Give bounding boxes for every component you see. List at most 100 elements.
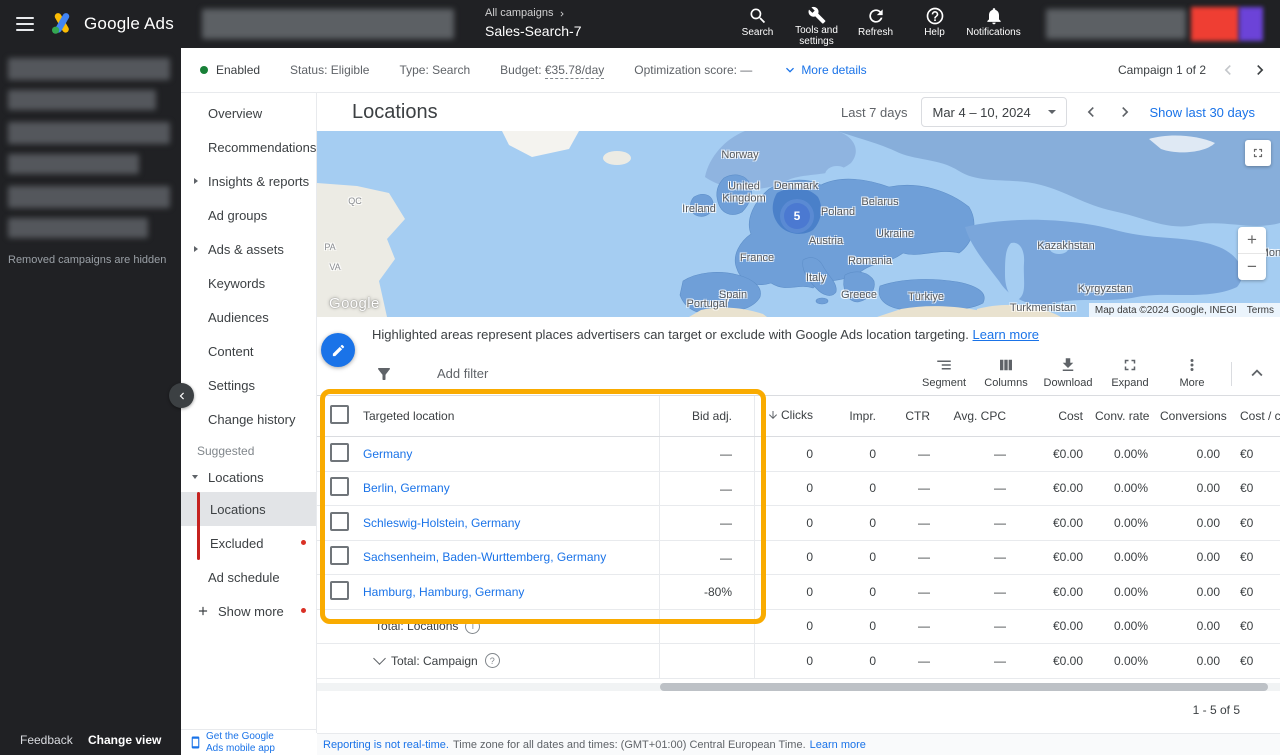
map-terms-link[interactable]: Terms xyxy=(1247,305,1274,316)
next-period-button[interactable] xyxy=(1115,102,1135,122)
suggested-label: Suggested xyxy=(181,440,316,462)
redacted-campaign-item xyxy=(8,58,170,80)
show-last-30-days-link[interactable]: Show last 30 days xyxy=(1149,105,1255,120)
previous-campaign-button[interactable] xyxy=(1218,60,1238,80)
subnav-item-settings[interactable]: Settings xyxy=(181,368,316,402)
help-button[interactable]: Help xyxy=(905,0,964,48)
next-campaign-button[interactable] xyxy=(1250,60,1270,80)
subnav-item-content[interactable]: Content xyxy=(181,334,316,368)
subnav-item-ads-assets[interactable]: Ads & assets xyxy=(181,232,316,266)
more-details-link[interactable]: More details xyxy=(782,62,866,78)
refresh-button[interactable]: Refresh xyxy=(846,0,905,48)
subnav-item-insights-reports[interactable]: Insights & reports xyxy=(181,164,316,198)
subnav-item-recommendations[interactable]: Recommendations xyxy=(181,130,316,164)
select-all-checkbox[interactable] xyxy=(330,405,349,424)
location-link[interactable]: Berlin, Germany xyxy=(363,481,450,495)
map-fullscreen-button[interactable] xyxy=(1245,140,1271,166)
header-impr[interactable]: Impr. xyxy=(825,409,888,423)
location-link[interactable]: Sachsenheim, Baden-Wurttemberg, Germany xyxy=(363,550,606,564)
change-view-link[interactable]: Change view xyxy=(88,733,161,747)
footer-learn-more-link[interactable]: Learn more xyxy=(810,739,866,751)
total-label: Total: Campaign xyxy=(391,654,478,668)
header-cost[interactable]: Cost xyxy=(1018,409,1095,423)
expand-button[interactable]: Expand xyxy=(1099,356,1161,389)
header-ctr[interactable]: CTR xyxy=(888,409,942,423)
fullscreen-icon xyxy=(1251,146,1265,160)
notification-dot-icon xyxy=(301,608,306,613)
cell-cost: €0.00 xyxy=(1018,447,1095,461)
learn-more-link[interactable]: Learn more xyxy=(973,327,1039,342)
segment-icon xyxy=(935,356,953,374)
subnav-item-keywords[interactable]: Keywords xyxy=(181,266,316,300)
cell-clicks: 0 xyxy=(755,619,825,633)
breadcrumb[interactable]: All campaigns Sales-Search-7 xyxy=(485,7,582,40)
row-checkbox[interactable] xyxy=(330,443,349,462)
show-more-button[interactable]: Show more xyxy=(181,594,316,628)
row-checkbox[interactable] xyxy=(330,477,349,496)
google-maps-logo: Google xyxy=(329,295,380,312)
collapse-table-button[interactable] xyxy=(1246,362,1268,384)
cell-ctr: — xyxy=(888,619,942,633)
map-country-label: Norway xyxy=(721,149,758,161)
menu-icon[interactable] xyxy=(16,17,34,31)
brand[interactable]: Google Ads xyxy=(50,0,174,48)
notification-dot-icon xyxy=(301,540,306,545)
location-link[interactable]: Germany xyxy=(363,447,412,461)
header-conversions[interactable]: Conversions xyxy=(1160,409,1232,423)
info-icon[interactable]: i xyxy=(465,619,480,634)
subnav-item-excluded[interactable]: Excluded xyxy=(181,526,316,560)
cell-impr: 0 xyxy=(825,550,888,564)
more-button[interactable]: More xyxy=(1161,356,1223,389)
header-avg-cpc[interactable]: Avg. CPC xyxy=(942,409,1018,423)
collapse-sidebar-button[interactable] xyxy=(169,383,194,408)
header-targeted-location[interactable]: Targeted location xyxy=(363,396,660,436)
previous-period-button[interactable] xyxy=(1081,102,1101,122)
location-link[interactable]: Schleswig-Holstein, Germany xyxy=(363,516,520,530)
subnav-item-ad-groups[interactable]: Ad groups xyxy=(181,198,316,232)
reporting-link[interactable]: Reporting is not real-time. xyxy=(323,739,449,751)
header-conv-rate[interactable]: Conv. rate xyxy=(1095,409,1160,423)
pencil-icon xyxy=(331,343,346,358)
help-icon[interactable]: ? xyxy=(485,653,500,668)
cell-conv_rate: 0.00% xyxy=(1095,447,1160,461)
search-button[interactable]: Search xyxy=(728,0,787,48)
location-link[interactable]: Hamburg, Hamburg, Germany xyxy=(363,585,524,599)
header-cost-per-conv[interactable]: Cost / c xyxy=(1232,409,1280,423)
budget-value[interactable]: Budget: €35.78/day xyxy=(500,63,604,77)
filter-icon[interactable] xyxy=(375,365,393,383)
cell-clicks: 0 xyxy=(755,481,825,495)
feedback-link[interactable]: Feedback xyxy=(20,733,73,747)
scrollbar-thumb[interactable] xyxy=(660,683,1268,691)
subnav-item-audiences[interactable]: Audiences xyxy=(181,300,316,334)
enabled-status[interactable]: Enabled xyxy=(200,63,260,77)
subnav-item-ad-schedule[interactable]: Ad schedule xyxy=(181,560,316,594)
row-checkbox[interactable] xyxy=(330,512,349,531)
notifications-button[interactable]: Notifications xyxy=(964,0,1023,48)
add-filter-button[interactable]: Add filter xyxy=(437,352,488,396)
header-bid-adj[interactable]: Bid adj. xyxy=(660,396,755,436)
row-checkbox[interactable] xyxy=(330,581,349,600)
edit-locations-button[interactable] xyxy=(321,333,355,367)
header-clicks[interactable]: Clicks xyxy=(755,408,825,424)
download-button[interactable]: Download xyxy=(1037,356,1099,389)
row-checkbox[interactable] xyxy=(330,546,349,565)
columns-button[interactable]: Columns xyxy=(975,356,1037,389)
tools-and-settings-button[interactable]: Tools and settings xyxy=(787,0,846,48)
zoom-in-button[interactable]: + xyxy=(1238,227,1266,254)
subnav-item-label: Settings xyxy=(208,378,255,393)
date-range-picker[interactable]: Mar 4 – 10, 2024 xyxy=(921,97,1067,127)
chevron-down-icon[interactable] xyxy=(373,652,386,665)
subnav-item-change-history[interactable]: Change history xyxy=(181,402,316,436)
subnav-group-locations[interactable]: Locations xyxy=(181,462,316,492)
chevron-down-icon xyxy=(782,62,798,78)
location-targeting-map[interactable]: NorwayDenmarkUnited KingdomIrelandBelaru… xyxy=(317,131,1280,317)
subnav-item-overview[interactable]: Overview xyxy=(181,96,316,130)
location-cluster-marker[interactable]: 5 xyxy=(784,203,810,229)
plus-icon xyxy=(196,604,210,618)
topbar-actions: Search Tools and settings Refresh Help N… xyxy=(728,0,1023,48)
zoom-out-button[interactable]: − xyxy=(1238,254,1266,280)
subnav-item-locations[interactable]: Locations xyxy=(181,492,316,526)
mobile-app-link[interactable]: Get the GoogleAds mobile app xyxy=(181,729,316,755)
segment-button[interactable]: Segment xyxy=(913,356,975,389)
google-ads-app: Google Ads All campaigns Sales-Search-7 … xyxy=(0,0,1280,755)
